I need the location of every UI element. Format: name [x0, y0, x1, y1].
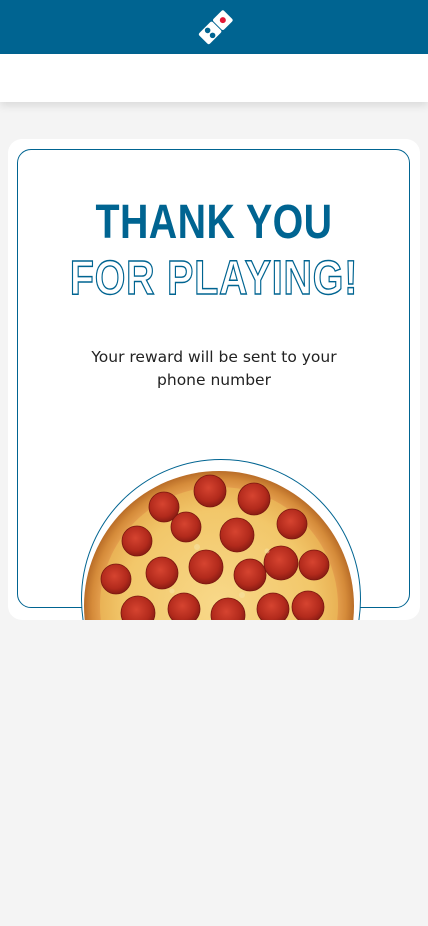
headline-thank-you: THANK YOU [95, 196, 333, 249]
app-header [0, 0, 428, 54]
dominos-logo-icon[interactable] [192, 7, 236, 51]
headline-for-playing: FOR PLAYING! [69, 252, 359, 305]
result-card: THANK YOU FOR PLAYING! Your reward will … [8, 139, 420, 620]
pepperoni-pizza-image [84, 471, 354, 620]
reward-message: Your reward will be sent to your phone n… [91, 348, 337, 389]
sub-header [0, 54, 428, 102]
